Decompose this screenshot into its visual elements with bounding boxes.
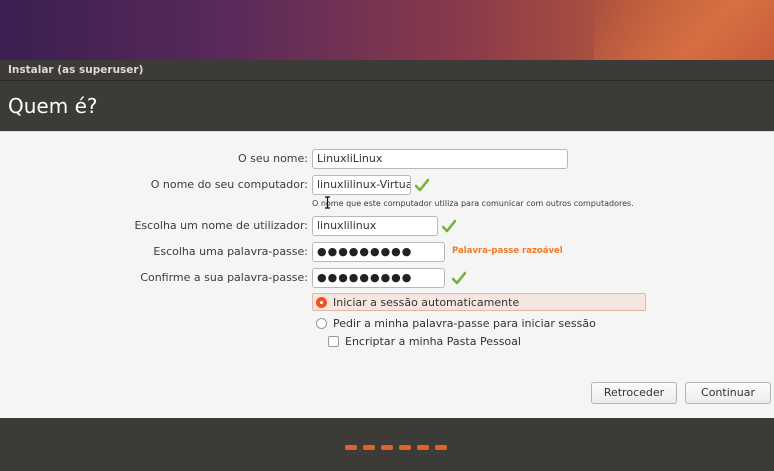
username-valid-check-icon [442, 219, 456, 233]
progress-dot-1 [345, 445, 357, 450]
progress-footer [0, 418, 774, 471]
back-button[interactable]: Retroceder [591, 382, 677, 404]
confirm-valid-check-icon [452, 271, 466, 285]
username-input[interactable]: linuxlilinux [312, 216, 438, 236]
password-label: Escolha uma palavra-passe: [153, 245, 308, 258]
require-password-radio[interactable] [316, 317, 327, 329]
computer-label: O nome do seu computador: [150, 178, 308, 191]
progress-dot-4 [399, 445, 411, 450]
require-password-label: Pedir a minha palavra-passe para iniciar… [333, 316, 596, 330]
password-input[interactable]: ●●●●●●●●● [312, 242, 445, 262]
desktop-glow [594, 0, 774, 60]
computer-valid-check-icon [415, 178, 429, 192]
desktop-background [0, 0, 774, 60]
encrypt-home-option[interactable]: Encriptar a minha Pasta Pessoal [328, 332, 628, 350]
auto-login-label: Iniciar a sessão automaticamente [333, 295, 520, 309]
computer-name-input[interactable]: linuxlilinux-VirtualBo› [312, 175, 411, 195]
password-row: Escolha uma palavra-passe: [0, 241, 308, 263]
progress-dot-5 [417, 445, 429, 450]
name-input[interactable]: LinuxliLinux [312, 149, 568, 169]
progress-dots [345, 445, 447, 450]
progress-dot-2 [363, 445, 375, 450]
page-title: Quem é? [0, 80, 774, 131]
confirm-password-input[interactable]: ●●●●●●●●● [312, 268, 445, 288]
confirm-label: Confirme a sua palavra-passe: [140, 271, 308, 284]
computer-row: O nome do seu computador: [0, 174, 308, 196]
form-area: O seu nome: LinuxliLinux O nome do seu c… [0, 131, 774, 419]
encrypt-home-checkbox[interactable] [328, 335, 339, 347]
require-password-option[interactable]: Pedir a minha palavra-passe para iniciar… [312, 314, 646, 332]
confirm-row: Confirme a sua palavra-passe: [0, 267, 308, 289]
window-title: Instalar (as superuser) [0, 60, 774, 80]
username-row: Escolha um nome de utilizador: [0, 215, 308, 237]
password-strength-label: Palavra-passe razoável [452, 246, 563, 256]
name-row: O seu nome: [0, 148, 308, 170]
auto-login-radio[interactable] [316, 296, 327, 308]
text-cursor-icon [325, 196, 330, 209]
progress-dot-3 [381, 445, 393, 450]
encrypt-home-label: Encriptar a minha Pasta Pessoal [345, 334, 521, 348]
username-label: Escolha um nome de utilizador: [134, 219, 308, 232]
progress-dot-6 [435, 445, 447, 450]
computer-name-hint: O nome que este computador utiliza para … [312, 199, 634, 208]
name-label: O seu nome: [237, 152, 308, 165]
continue-button[interactable]: Continuar [685, 382, 771, 404]
auto-login-option[interactable]: Iniciar a sessão automaticamente [312, 293, 646, 311]
